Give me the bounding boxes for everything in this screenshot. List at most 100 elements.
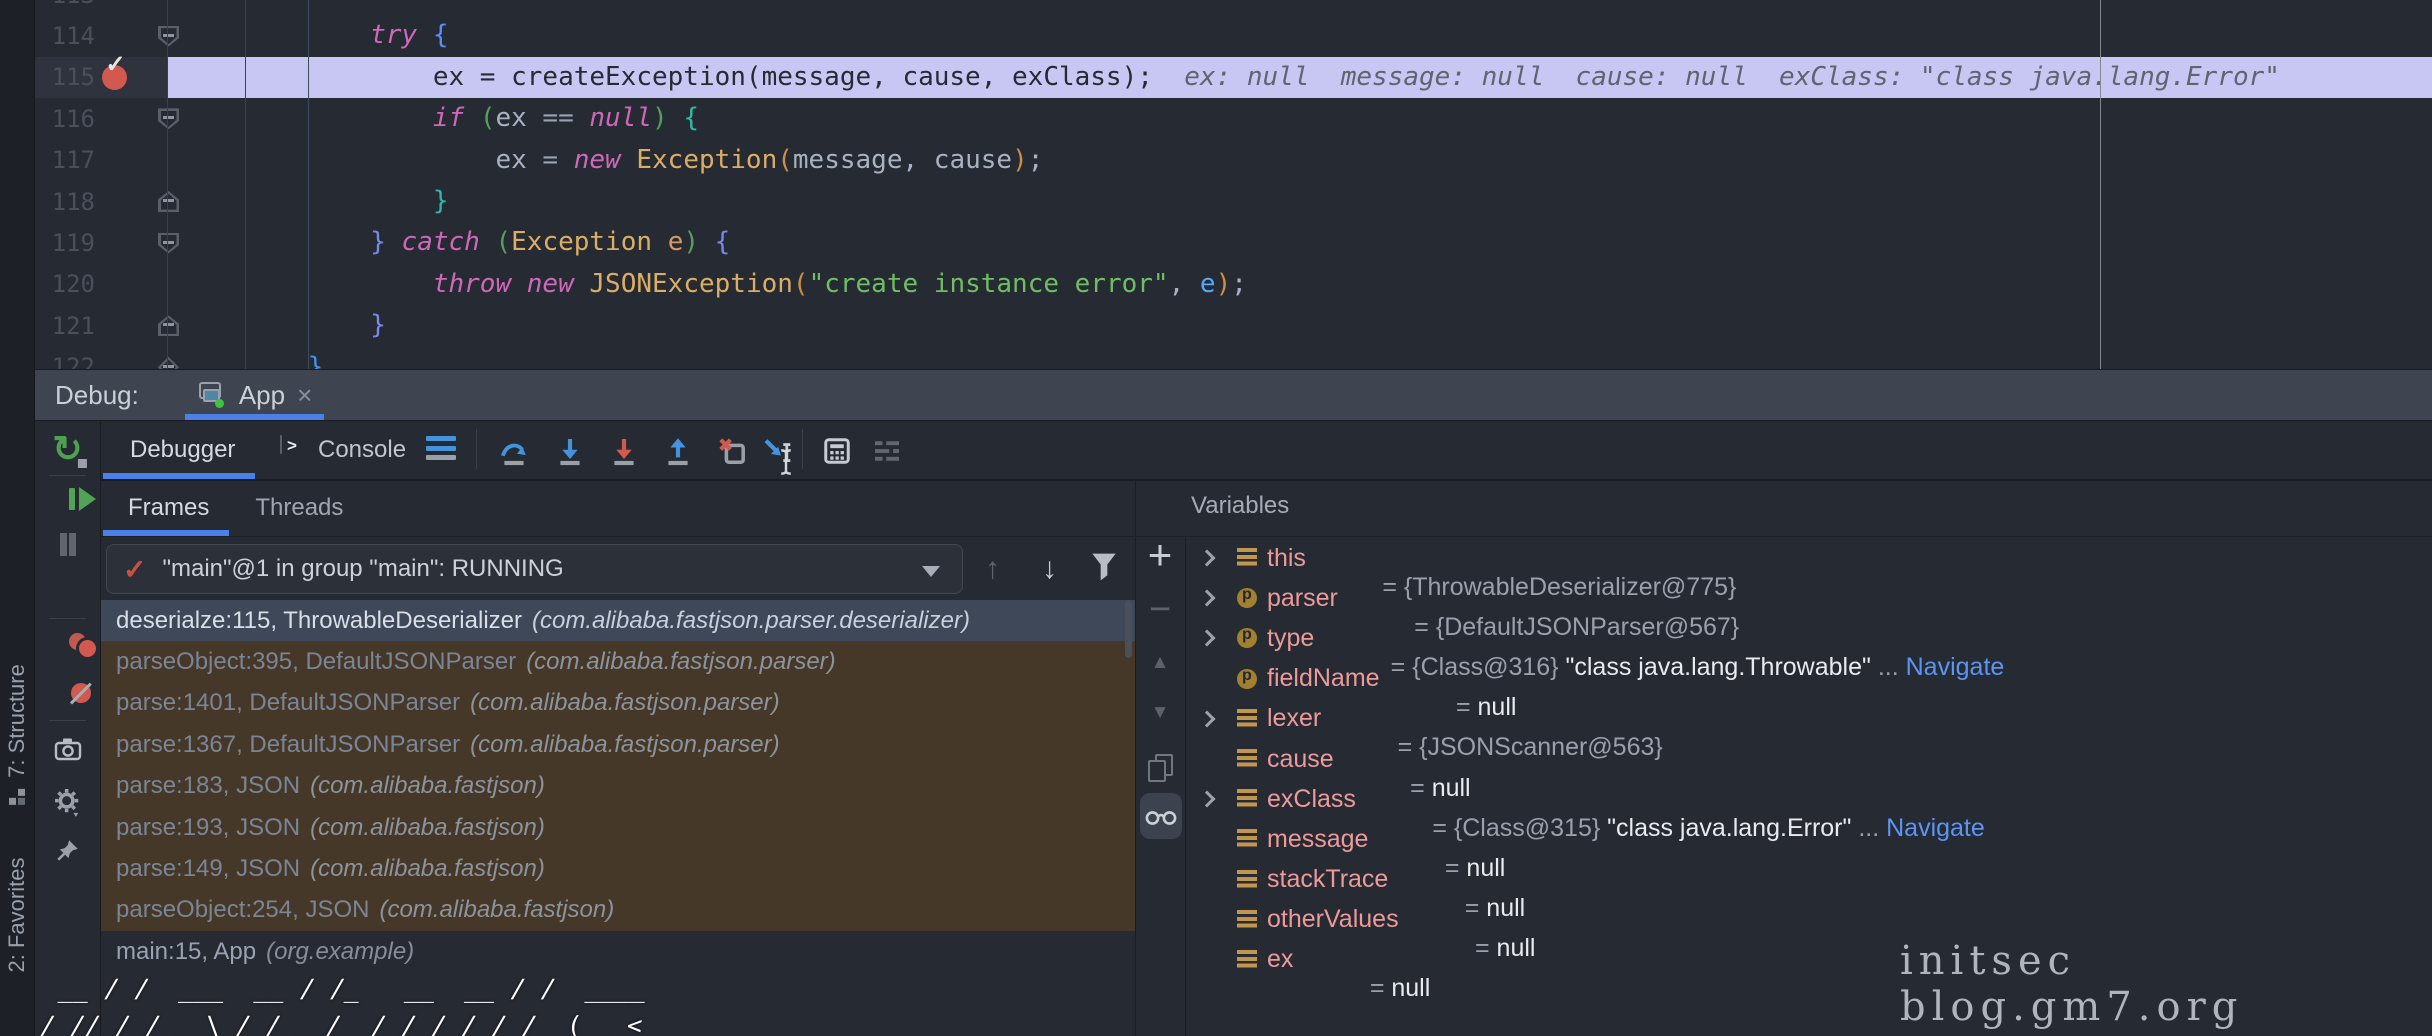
variable-name: ex [1267, 945, 1293, 974]
fold-gutter[interactable] [133, 347, 168, 369]
force-step-into-button[interactable] [608, 435, 640, 472]
breakpoint-icon[interactable]: ✓ [102, 65, 127, 90]
hide-library-frames-button[interactable] [1090, 552, 1118, 587]
fold-gutter[interactable] [133, 264, 168, 305]
code-line[interactable]: 116 ✓ if (ex == null) { [35, 98, 2432, 139]
breakpoint-gutter[interactable]: ✓ [95, 140, 133, 181]
code-editor[interactable]: 113 ✓ 114 ✓ [35, 0, 2432, 369]
stack-frame[interactable]: parse:1401, DefaultJSONParser (com.aliba… [100, 683, 1135, 724]
breakpoint-gutter[interactable]: ✓ [95, 181, 133, 222]
code-token: cause [934, 140, 1012, 181]
thread-dump-button[interactable] [54, 737, 82, 766]
variable-value-token[interactable]: null [1497, 934, 1536, 962]
variable-value-token[interactable]: = [1363, 974, 1392, 1002]
code-token: ( [480, 98, 496, 139]
step-into-button[interactable] [554, 435, 586, 472]
chevron-right-icon[interactable] [1199, 550, 1216, 567]
chevron-right-icon[interactable] [1199, 590, 1216, 607]
breakpoint-gutter[interactable]: ✓ [95, 98, 133, 139]
code-token: } [308, 347, 324, 369]
code-line[interactable]: 118 ✓ } [35, 181, 2432, 222]
code-token [1153, 57, 1184, 98]
stack-frame[interactable]: parse:183, JSON (com.alibaba.fastjson) [100, 766, 1135, 807]
ascii-art-watermark: __ / / ___ __ / /_ __ __ / / ____ / // /… [0, 896, 656, 1036]
variable-name: message [1267, 825, 1368, 854]
variable-value-token[interactable]: ... [1851, 814, 1886, 842]
fold-gutter[interactable] [133, 15, 168, 56]
variable-name: this [1267, 544, 1306, 573]
code-line[interactable]: 115 ✓ ex = createException(message, caus… [35, 57, 2432, 98]
breakpoint-gutter[interactable]: ✓ [95, 222, 133, 263]
variable-value-token[interactable]: ... [1871, 653, 1906, 681]
debug-settings-button[interactable] [53, 787, 83, 822]
variable-value-token[interactable]: null [1391, 974, 1430, 1002]
rerun-button[interactable]: ↻ [52, 434, 82, 466]
stack-frame[interactable]: parse:193, JSON (com.alibaba.fastjson) [100, 807, 1135, 848]
code-line[interactable]: 117 ✓ ex = new Exception(message, cause)… [35, 140, 2432, 181]
variable-row[interactable]: exClass = {Class@315} "class java.lang.E… [1135, 779, 2432, 819]
step-out-button[interactable] [662, 435, 694, 472]
breakpoint-gutter[interactable]: ✓ [95, 57, 133, 98]
tab-frames[interactable]: Frames [128, 494, 209, 522]
variable-value-token[interactable]: "class java.lang.Error" [1607, 814, 1851, 842]
breakpoint-gutter[interactable]: ✓ [95, 347, 133, 369]
variable-value-token[interactable]: = [1468, 934, 1497, 962]
evaluate-expression-button[interactable] [822, 436, 852, 471]
restore-layout-button[interactable] [872, 436, 902, 471]
fold-gutter[interactable] [133, 57, 168, 98]
reset-frame-button[interactable] [716, 435, 748, 472]
code-line[interactable]: 113 ✓ [35, 0, 2432, 15]
code-line[interactable]: 114 ✓ try { [35, 15, 2432, 56]
frame-location: parse:149, JSON [116, 855, 300, 883]
fold-gutter[interactable] [133, 98, 168, 139]
chevron-right-icon[interactable] [1199, 710, 1216, 727]
thread-selector-dropdown[interactable]: ✓ "main"@1 in group "main": RUNNING [106, 544, 963, 594]
pin-tab-button[interactable] [55, 837, 81, 868]
layout-settings-icon[interactable] [426, 436, 456, 465]
stack-frame[interactable]: parseObject:395, DefaultJSONParser (com.… [100, 641, 1135, 682]
code-line[interactable]: 121 ✓ } [35, 305, 2432, 346]
chevron-right-icon[interactable] [1199, 630, 1216, 647]
stack-frame[interactable]: deserialze:115, ThrowableDeserializer (c… [100, 600, 1135, 641]
fold-gutter[interactable] [133, 305, 168, 346]
code-text: ex = new Exception(message, cause); [168, 140, 2432, 181]
line-number: 119 [35, 229, 95, 257]
calculator-icon [822, 436, 852, 466]
variable-row[interactable]: lexer = {JSONScanner@563} [1135, 699, 2432, 739]
stack-frame[interactable]: parse:149, JSON (com.alibaba.fastjson) [100, 848, 1135, 889]
tab-threads[interactable]: Threads [255, 494, 343, 522]
step-over-button[interactable] [498, 435, 530, 472]
variable-value: = null [1293, 916, 1430, 1003]
frame-location: parse:1367, DefaultJSONParser [116, 731, 460, 759]
chevron-right-icon[interactable] [1199, 791, 1216, 808]
variable-value-token[interactable]: Navigate [1906, 653, 2005, 681]
breakpoint-gutter[interactable]: ✓ [95, 0, 133, 15]
code-line[interactable]: 122 ✓ } [35, 347, 2432, 369]
next-frame-button[interactable]: ↓ [1042, 554, 1057, 584]
variable-row[interactable]: type = {Class@316} "class java.lang.Thro… [1135, 618, 2432, 658]
code-token: JSONException [589, 264, 793, 305]
close-icon[interactable]: × [297, 380, 312, 411]
code-line[interactable]: 120 ✓ throw new JSONException("create in… [35, 264, 2432, 305]
prev-frame-button[interactable]: ↑ [985, 554, 1000, 584]
frames-scrollbar[interactable] [1125, 600, 1132, 658]
variable-row[interactable]: stackTrace = null [1135, 860, 2432, 900]
variable-value-token[interactable]: Navigate [1886, 814, 1985, 842]
fold-gutter[interactable] [133, 0, 168, 15]
tab-app-session[interactable]: App × [183, 370, 326, 420]
fold-gutter[interactable] [133, 181, 168, 222]
variable-type-icon [1237, 910, 1257, 930]
variable-row[interactable]: this = {ThrowableDeserializer@775} [1135, 538, 2432, 578]
fold-gutter[interactable] [133, 140, 168, 181]
tab-debugger[interactable]: Debugger [130, 436, 235, 464]
tab-console[interactable]: Console [318, 436, 406, 464]
code-line[interactable]: 119 ✓ } catch (Exception e) { [35, 222, 2432, 263]
code-token [699, 222, 715, 263]
breakpoint-gutter[interactable]: ✓ [95, 305, 133, 346]
breakpoint-gutter[interactable]: ✓ [95, 264, 133, 305]
code-text: throw new JSONException("create instance… [168, 264, 2432, 305]
sidebar-item-structure[interactable]: 7: Structure [4, 664, 30, 806]
code-token: { [683, 98, 699, 139]
stack-frame[interactable]: parse:1367, DefaultJSONParser (com.aliba… [100, 724, 1135, 765]
fold-gutter[interactable] [133, 222, 168, 263]
